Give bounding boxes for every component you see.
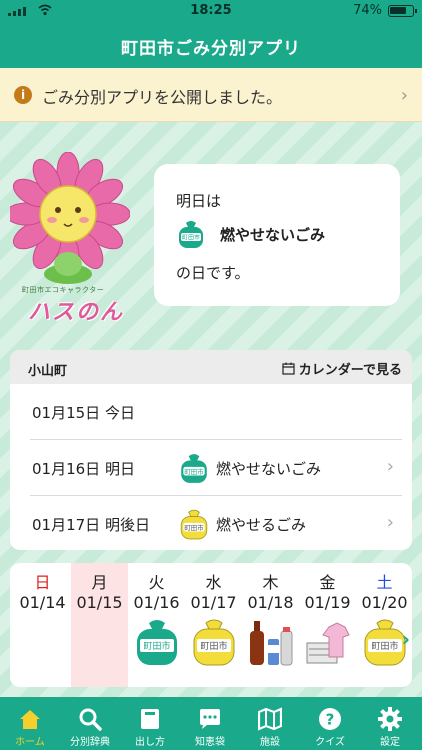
- main-content: 町田市エコキャラクター ハスのん 明日は 町田市 燃やせないごみ の日です。 小…: [0, 122, 422, 697]
- day-date: 01/19: [304, 593, 351, 612]
- day-date: 01/14: [19, 593, 66, 612]
- calendar-icon: [282, 362, 295, 375]
- green-bag-icon: 町田市: [137, 620, 177, 665]
- schedule-type: 燃やせるごみ: [216, 516, 307, 534]
- mascot-name: ハスのん: [28, 300, 125, 325]
- svg-text:町田市: 町田市: [143, 640, 170, 652]
- schedule-card: 小山町 カレンダーで見る 01月15日 今日 01月16日 明日 町田市 燃やせ…: [10, 350, 412, 550]
- tomorrow-card: 明日は 町田市 燃やせないごみ の日です。: [154, 164, 400, 306]
- tab-howto[interactable]: 出し方: [120, 697, 180, 750]
- tab-label: 設定: [380, 737, 400, 748]
- map-icon: [258, 707, 282, 731]
- battery-icon: [388, 5, 417, 17]
- green-bag-icon: 町田市: [181, 454, 207, 483]
- chevron-right-icon: ›: [400, 85, 408, 106]
- calendar-link[interactable]: カレンダーで見る: [282, 359, 402, 378]
- day-name: 日: [34, 573, 51, 592]
- gear-icon: [378, 707, 402, 731]
- page-title: 町田市ごみ分別アプリ: [121, 39, 301, 59]
- tab-settings[interactable]: 設定: [360, 697, 420, 750]
- tab-label: 施設: [260, 737, 280, 748]
- week-day-sun[interactable]: 日 01/14: [14, 563, 71, 687]
- week-day-mon[interactable]: 月 01/15: [71, 563, 128, 687]
- chevron-right-icon[interactable]: ›: [402, 627, 410, 651]
- chevron-right-icon: ›: [386, 512, 394, 533]
- chat-icon: [200, 709, 220, 729]
- area-name: 小山町: [28, 364, 68, 379]
- calendar-link-label: カレンダーで見る: [298, 363, 402, 378]
- chevron-right-icon: ›: [386, 456, 394, 477]
- svg-text:町田市: 町田市: [184, 467, 204, 476]
- question-icon: ?: [319, 708, 341, 730]
- day-name: 金: [319, 573, 336, 592]
- schedule-row-today: 01月15日 今日: [10, 384, 412, 440]
- green-bag-icon: 町田市: [179, 221, 203, 248]
- schedule-date: 01月16日 明日: [32, 460, 135, 478]
- day-date: 01/17: [190, 593, 237, 612]
- tab-quiz[interactable]: ? クイズ: [300, 697, 360, 750]
- svg-text:?: ?: [326, 711, 335, 729]
- day-name: 月: [91, 573, 108, 592]
- day-date: 01/18: [247, 593, 294, 612]
- yellow-bag-icon: 町田市: [180, 509, 208, 540]
- tab-label: 出し方: [135, 737, 165, 748]
- week-strip[interactable]: 日 01/14 月 01/15 火 01/16 町田市 水 01/17 町田市 …: [10, 563, 412, 687]
- svg-text:町田市: 町田市: [182, 234, 200, 242]
- day-name: 火: [148, 573, 165, 592]
- tab-home[interactable]: ホーム: [0, 697, 60, 750]
- day-name: 土: [376, 573, 393, 592]
- search-icon: [79, 708, 102, 731]
- tab-label: クイズ: [315, 737, 345, 748]
- schedule-date: 01月15日 今日: [32, 404, 135, 422]
- week-day-thu[interactable]: 木 01/18: [242, 563, 299, 687]
- tab-label: ホーム: [15, 737, 45, 748]
- day-date: 01/16: [133, 593, 180, 612]
- schedule-type: 燃やせないごみ: [216, 460, 322, 478]
- schedule-row-dayafter[interactable]: 01月17日 明後日 町田市 燃やせるごみ ›: [10, 496, 412, 550]
- tab-tips[interactable]: 知恵袋: [180, 697, 240, 750]
- svg-text:町田市: 町田市: [371, 640, 398, 652]
- week-day-fri[interactable]: 金 01/19: [299, 563, 356, 687]
- tomorrow-line3: の日です。: [176, 264, 250, 282]
- nav-bar: 町田市ごみ分別アプリ: [0, 22, 422, 68]
- week-day-sat[interactable]: 土 01/20 町田市: [356, 563, 412, 687]
- mascot-image: [10, 152, 130, 284]
- schedule-header: 小山町 カレンダーで見る: [10, 350, 412, 384]
- status-bar: 18:25 74%: [0, 0, 422, 22]
- info-icon: i: [14, 86, 32, 104]
- tab-dictionary[interactable]: 分別辞典: [60, 697, 120, 750]
- notice-text: ごみ分別アプリを公開しました。: [42, 88, 283, 107]
- tab-facilities[interactable]: 施設: [240, 697, 300, 750]
- day-name: 木: [262, 573, 279, 592]
- week-day-wed[interactable]: 水 01/17 町田市: [185, 563, 242, 687]
- week-day-tue[interactable]: 火 01/16 町田市: [128, 563, 185, 687]
- notice-banner[interactable]: i ごみ分別アプリを公開しました。 ›: [0, 68, 422, 122]
- tomorrow-line1: 明日は: [176, 192, 222, 210]
- tab-label: 分別辞典: [70, 737, 110, 748]
- day-date: 01/15: [76, 593, 123, 612]
- home-icon: [20, 710, 40, 729]
- tab-label: 知恵袋: [195, 737, 225, 748]
- tab-bar: ホーム 分別辞典 出し方 知恵袋 施設 ? クイズ 設定: [0, 697, 422, 750]
- tomorrow-type: 燃やせないごみ: [220, 226, 326, 244]
- day-name: 水: [205, 573, 222, 592]
- svg-text:町田市: 町田市: [200, 640, 227, 652]
- yellow-bag-icon: 町田市: [193, 619, 235, 666]
- day-date: 01/20: [361, 593, 408, 612]
- bottles-cans-icon: [250, 621, 293, 666]
- svg-text:町田市: 町田市: [184, 523, 204, 532]
- paper-cloth-icon: [306, 622, 350, 664]
- battery-percent: 74%: [353, 3, 382, 18]
- schedule-date: 01月17日 明後日: [32, 516, 150, 534]
- schedule-row-tomorrow[interactable]: 01月16日 明日 町田市 燃やせないごみ ›: [10, 440, 412, 496]
- book-icon: [141, 709, 159, 729]
